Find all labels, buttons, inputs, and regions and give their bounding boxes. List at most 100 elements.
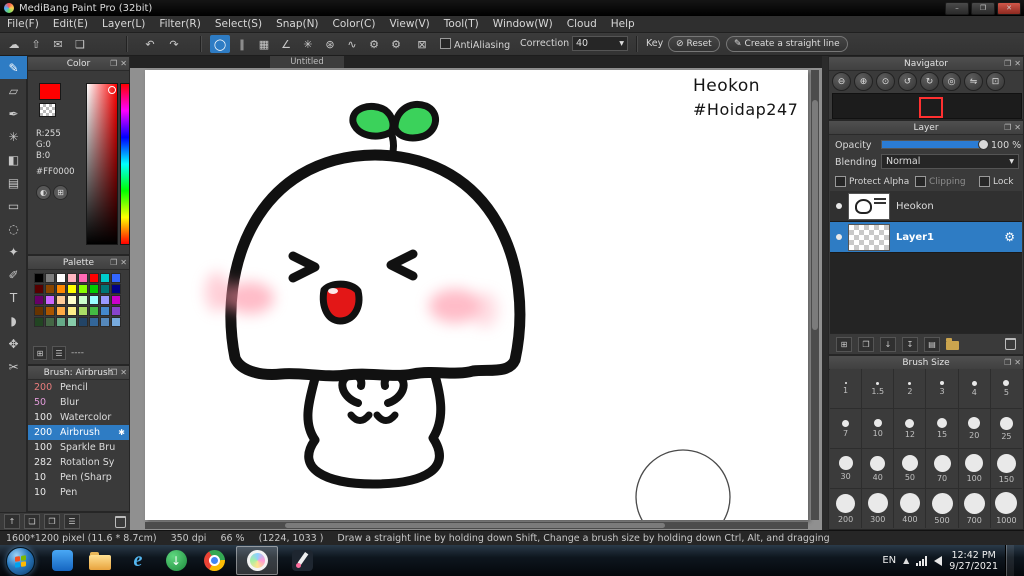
lock-checkbox[interactable]: Lock bbox=[979, 176, 1014, 187]
palette-swatch[interactable] bbox=[45, 284, 55, 294]
airbrush-tool[interactable]: ✳ bbox=[0, 125, 27, 148]
vertical-scrollbar[interactable] bbox=[811, 70, 819, 520]
fill-tool[interactable]: ◧ bbox=[0, 148, 27, 171]
popout-icon[interactable]: ❐ bbox=[1004, 121, 1011, 134]
brush-item[interactable]: 100 Watercolor bbox=[28, 410, 129, 425]
show-desktop-button[interactable] bbox=[1005, 545, 1014, 576]
network-icon[interactable] bbox=[916, 555, 928, 566]
palette-swatch[interactable] bbox=[34, 284, 44, 294]
palette-swatch[interactable] bbox=[111, 284, 121, 294]
palette-swatch[interactable] bbox=[67, 295, 77, 305]
popout-icon[interactable]: ❐ bbox=[1004, 356, 1011, 369]
menu-tool[interactable]: Tool(T) bbox=[437, 18, 486, 30]
menu-color[interactable]: Color(C) bbox=[326, 18, 383, 30]
redo-button[interactable]: ↷ bbox=[164, 35, 184, 53]
taskbar-chrome-button[interactable] bbox=[196, 546, 232, 575]
brush-size-option[interactable]: 30 bbox=[830, 449, 862, 488]
layer-settings-icon[interactable]: ⚙ bbox=[1004, 230, 1015, 244]
color-wheel-toggle[interactable]: ◐ bbox=[36, 185, 51, 200]
cloud-icon[interactable]: ☁ bbox=[4, 35, 24, 53]
brush-size-option[interactable]: 5 bbox=[990, 369, 1022, 408]
palette-swatch[interactable] bbox=[100, 317, 110, 327]
menu-help[interactable]: Help bbox=[604, 18, 642, 30]
snap-curve-button[interactable]: ∿ bbox=[342, 35, 362, 53]
brush-size-option[interactable]: 200 bbox=[830, 489, 862, 528]
menu-view[interactable]: View(V) bbox=[382, 18, 436, 30]
document-icon[interactable]: ❑ bbox=[70, 35, 90, 53]
palette-swatch[interactable] bbox=[89, 306, 99, 316]
palette-swatch[interactable] bbox=[111, 295, 121, 305]
brush-item[interactable]: 282 Rotation Sy bbox=[28, 455, 129, 470]
color-grid-toggle[interactable]: ⊞ bbox=[53, 185, 68, 200]
brush-size-option[interactable]: 4 bbox=[958, 369, 990, 408]
layer-row[interactable]: Heokon bbox=[830, 191, 1022, 222]
palette-swatch[interactable] bbox=[100, 306, 110, 316]
close-icon[interactable]: ✕ bbox=[120, 366, 127, 379]
palette-swatch[interactable] bbox=[67, 284, 77, 294]
navigator-preview[interactable] bbox=[832, 93, 1022, 119]
close-icon[interactable]: ✕ bbox=[1014, 57, 1021, 70]
brush-size-option[interactable]: 1.5 bbox=[862, 369, 894, 408]
palette-swatch[interactable] bbox=[89, 273, 99, 283]
brush-size-option[interactable]: 12 bbox=[894, 409, 926, 448]
navigator-viewport-rect[interactable] bbox=[919, 97, 943, 118]
brush-size-option[interactable]: 700 bbox=[958, 489, 990, 528]
brush-size-option[interactable]: 20 bbox=[958, 409, 990, 448]
menu-filter[interactable]: Filter(R) bbox=[152, 18, 208, 30]
brush-size-option[interactable]: 1 bbox=[830, 369, 862, 408]
comment-icon[interactable]: ✉ bbox=[48, 35, 68, 53]
palette-swatch[interactable] bbox=[78, 273, 88, 283]
move-layer-down-button[interactable]: ↓ bbox=[880, 336, 896, 352]
palette-swatch[interactable] bbox=[56, 295, 66, 305]
brush-size-option[interactable]: 100 bbox=[958, 449, 990, 488]
menu-cloud[interactable]: Cloud bbox=[560, 18, 604, 30]
snap-grid-button[interactable]: ▦ bbox=[254, 35, 274, 53]
opacity-slider[interactable] bbox=[881, 139, 989, 150]
protect-alpha-checkbox[interactable]: Protect Alpha bbox=[835, 176, 909, 187]
snap-radial-button[interactable]: ⊛ bbox=[320, 35, 340, 53]
collapse-dock-button[interactable]: ↑ bbox=[4, 514, 20, 529]
pen-tool[interactable]: ✒ bbox=[0, 102, 27, 125]
brush-size-option[interactable]: 500 bbox=[926, 489, 958, 528]
language-indicator[interactable]: EN bbox=[882, 555, 896, 566]
palette-swatch[interactable] bbox=[45, 317, 55, 327]
palette-swatch[interactable] bbox=[45, 273, 55, 283]
zoom-out-button[interactable]: ⊖ bbox=[832, 72, 851, 91]
palette-swatch[interactable] bbox=[45, 306, 55, 316]
layer-folder-icon[interactable] bbox=[946, 337, 959, 350]
delete-layer-icon[interactable] bbox=[1005, 338, 1016, 350]
palette-swatch[interactable] bbox=[34, 273, 44, 283]
snap-off-button[interactable]: ◯ bbox=[210, 35, 230, 53]
new-brush-button[interactable]: ❏ bbox=[24, 514, 40, 529]
palette-swatch[interactable] bbox=[111, 273, 121, 283]
duplicate-brush-button[interactable]: ❐ bbox=[44, 514, 60, 529]
layer-row-selected[interactable]: Layer1 ⚙ bbox=[830, 222, 1022, 253]
menu-layer[interactable]: Layer(L) bbox=[95, 18, 152, 30]
zoom-in-button[interactable]: ⊕ bbox=[854, 72, 873, 91]
taskbar-paint-app-button[interactable] bbox=[284, 546, 320, 575]
brush-size-option[interactable]: 50 bbox=[894, 449, 926, 488]
start-button[interactable] bbox=[6, 547, 35, 576]
snap-clear-button[interactable]: ⊠ bbox=[412, 35, 432, 53]
merge-layer-button[interactable]: ↧ bbox=[902, 336, 918, 352]
text-tool[interactable]: T bbox=[0, 286, 27, 309]
brush-size-option[interactable]: 15 bbox=[926, 409, 958, 448]
maximize-button[interactable]: ❐ bbox=[971, 2, 995, 15]
brush-item[interactable]: 10 Pen (Sharp bbox=[28, 470, 129, 485]
palette-swatch[interactable] bbox=[45, 295, 55, 305]
volume-icon[interactable] bbox=[934, 555, 943, 566]
hidden-icons-button[interactable]: ▲ bbox=[903, 556, 909, 565]
layer-visibility-toggle[interactable] bbox=[836, 234, 842, 240]
brush-size-option[interactable]: 1000 bbox=[990, 489, 1022, 528]
eyedropper-tool[interactable]: ◗ bbox=[0, 309, 27, 332]
antialiasing-box[interactable] bbox=[440, 38, 451, 49]
horizontal-scroll-thumb[interactable] bbox=[285, 523, 665, 528]
taskbar-medibang-button[interactable] bbox=[236, 546, 278, 575]
upload-icon[interactable]: ⇧ bbox=[26, 35, 46, 53]
saturation-value-picker[interactable] bbox=[86, 83, 118, 245]
palette-swatch[interactable] bbox=[67, 317, 77, 327]
palette-swatch[interactable] bbox=[56, 306, 66, 316]
popout-icon[interactable]: ❐ bbox=[110, 256, 117, 269]
correction-dropdown[interactable]: 40 ▾ bbox=[572, 36, 628, 51]
foreground-color-swatch[interactable] bbox=[39, 83, 61, 100]
